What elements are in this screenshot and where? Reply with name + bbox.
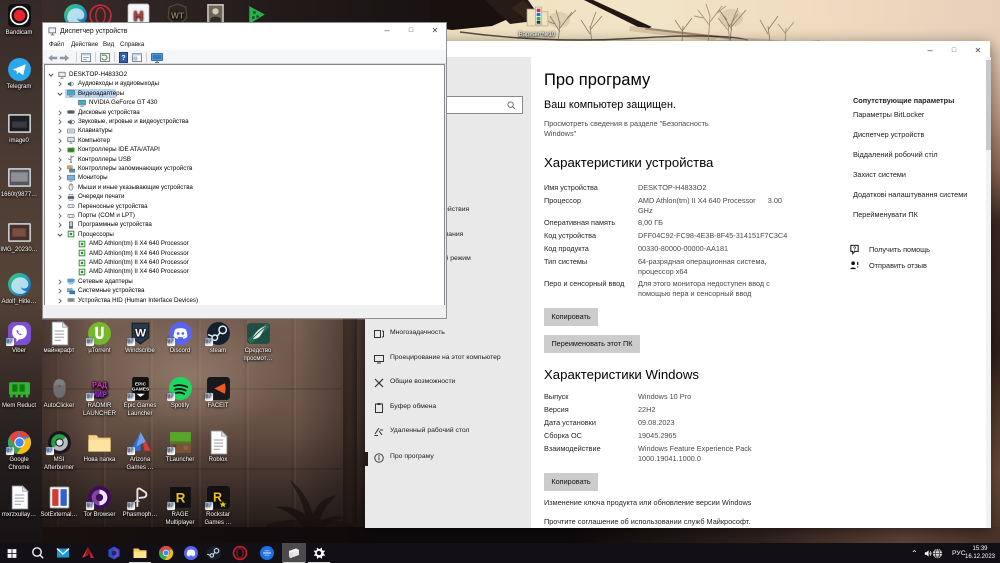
svg-text:WT: WT [171,11,184,21]
svg-text:W: W [135,328,146,340]
svg-text:МИР: МИР [92,390,107,400]
svg-text:?: ? [121,55,125,62]
svg-text:R: R [212,491,221,505]
svg-text:GAMES: GAMES [131,387,148,392]
svg-text:R: R [175,491,185,506]
